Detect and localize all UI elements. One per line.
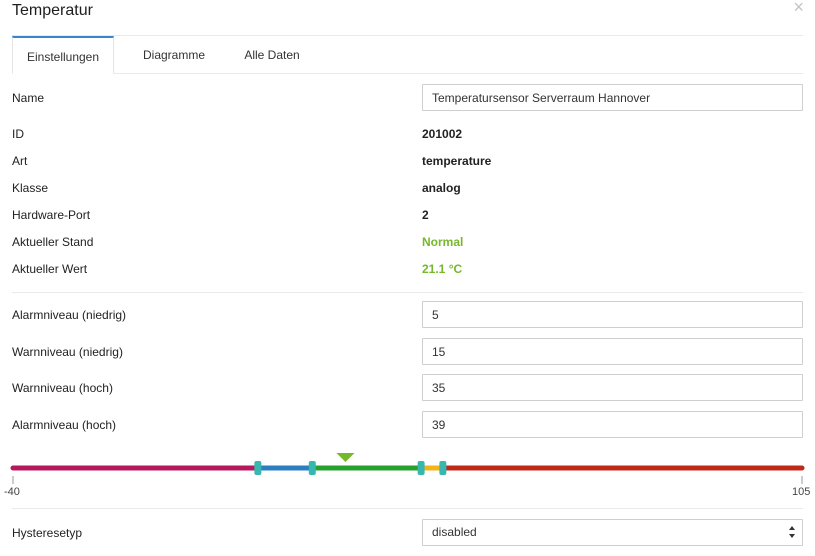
section-divider xyxy=(12,292,803,293)
name-label: Name xyxy=(12,91,45,105)
tab-bar: Einstellungen Diagramme Alle Daten xyxy=(12,36,803,74)
hysteresis-selected-value: disabled xyxy=(432,525,477,539)
scale-max-label: 105 xyxy=(792,486,811,498)
page-title: Temperatur xyxy=(12,2,93,19)
art-label: Art xyxy=(12,154,28,168)
warn-low-input[interactable] xyxy=(422,338,803,365)
alarm-low-label: Alarmniveau (niedrig) xyxy=(12,308,127,322)
threshold-scale: -40 105 xyxy=(0,450,815,500)
current-value-marker-icon xyxy=(336,453,355,462)
tab-alle-daten[interactable]: Alle Daten xyxy=(220,36,324,74)
warn-low-handle[interactable] xyxy=(308,461,316,475)
current-value-label: Aktueller Wert xyxy=(12,262,88,276)
select-arrows-icon xyxy=(789,526,795,538)
hysteresis-label: Hysteresetyp xyxy=(12,526,83,540)
alarm-low-input[interactable] xyxy=(422,301,803,328)
warn-high-input[interactable] xyxy=(422,374,803,401)
alarm-high-label: Alarmniveau (hoch) xyxy=(12,418,117,432)
tab-diagramme[interactable]: Diagramme xyxy=(114,36,234,74)
alarm-high-input[interactable] xyxy=(422,411,803,438)
hardware-port-value: 2 xyxy=(422,208,429,222)
alarm-high-handle[interactable] xyxy=(439,461,447,475)
current-state-value: Normal xyxy=(422,235,464,249)
warn-high-label: Warnniveau (hoch) xyxy=(12,381,113,395)
threshold-scale-graphic xyxy=(10,453,805,484)
klasse-label: Klasse xyxy=(12,181,49,195)
current-value-value: 21.1 °C xyxy=(422,262,463,276)
name-input[interactable] xyxy=(422,84,803,111)
close-icon[interactable]: × xyxy=(793,0,804,16)
art-value: temperature xyxy=(422,154,492,168)
scale-min-label: -40 xyxy=(4,486,20,498)
id-label: ID xyxy=(12,127,24,141)
warn-low-label: Warnniveau (niedrig) xyxy=(12,345,123,359)
warn-high-handle[interactable] xyxy=(417,461,425,475)
tab-einstellungen[interactable]: Einstellungen xyxy=(12,36,114,74)
id-value: 201002 xyxy=(422,127,463,141)
klasse-value: analog xyxy=(422,181,461,195)
hardware-port-label: Hardware-Port xyxy=(12,208,91,222)
alarm-low-handle[interactable] xyxy=(254,461,262,475)
current-state-label: Aktueller Stand xyxy=(12,235,94,249)
hysteresis-select[interactable]: disabled xyxy=(422,519,803,546)
bottom-divider xyxy=(12,508,803,509)
tabs-divider xyxy=(114,73,803,74)
